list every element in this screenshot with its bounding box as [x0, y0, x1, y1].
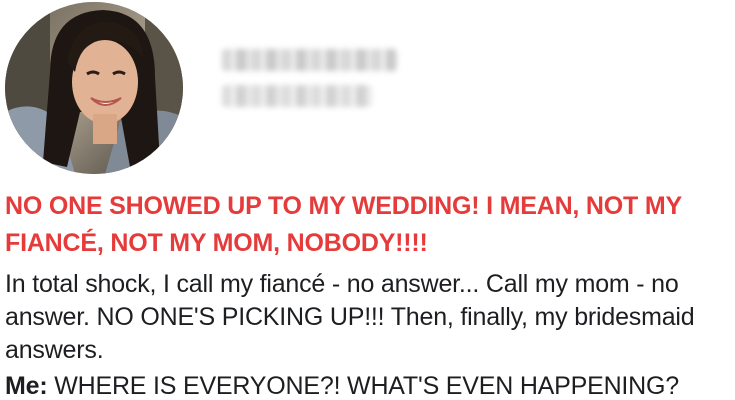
blurred-name-line: [222, 49, 397, 71]
post-card: NO ONE SHOWED UP TO MY WEDDING! I MEAN, …: [0, 0, 735, 400]
dialogue-speaker: Me:: [5, 372, 48, 400]
profile-photo-icon: [5, 2, 183, 174]
post-body: In total shock, I call my fiancé - no an…: [5, 270, 695, 364]
post-headline: NO ONE SHOWED UP TO MY WEDDING! I MEAN, …: [5, 192, 682, 257]
dialogue-line: Me: WHERE IS EVERYONE?! WHAT'S EVEN HAPP…: [5, 370, 735, 400]
profile-avatar[interactable]: [5, 2, 183, 174]
dialogue-text: WHERE IS EVERYONE?! WHAT'S EVEN HAPPENIN…: [54, 372, 679, 400]
author-name-blurred: [222, 47, 407, 119]
blurred-meta-line: [222, 85, 372, 107]
